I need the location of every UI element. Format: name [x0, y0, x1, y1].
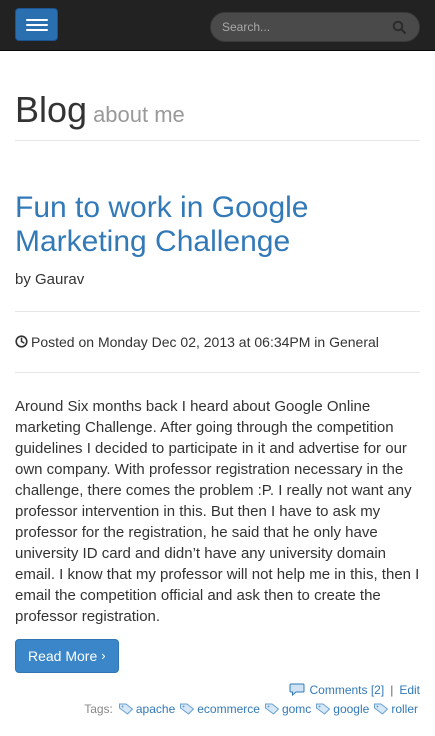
post-meta: Posted on Monday Dec 02, 2013 at 06:34PM… [15, 334, 420, 350]
tag-icon [118, 703, 134, 715]
separator: | [390, 682, 394, 697]
tag-link[interactable]: roller [391, 702, 418, 716]
navbar [0, 0, 435, 51]
divider [15, 371, 420, 373]
post-tags: Tags: apache ecommerce gomc google rolle… [15, 702, 420, 716]
search-form [210, 12, 420, 42]
tag-icon [316, 703, 331, 715]
post-date: Posted on Monday Dec 02, 2013 at 06:34PM… [31, 333, 379, 350]
tag-icon [374, 703, 389, 715]
tag-icon [264, 703, 280, 715]
post-title: Fun to work in Google Marketing Challeng… [15, 191, 420, 259]
tag-google: google [315, 702, 371, 716]
tag-icon [180, 703, 195, 715]
search-icon[interactable] [392, 20, 406, 34]
tags-label: Tags: [84, 701, 113, 716]
tag-link[interactable]: ecommerce [197, 702, 260, 716]
menu-toggle-button[interactable] [15, 8, 58, 41]
post-content: Around Six months back I heard about Goo… [15, 397, 420, 625]
tag-ecommerce: ecommerce [179, 702, 262, 716]
post-author: by Gaurav [15, 270, 85, 288]
blog-subtitle: about me [93, 102, 185, 127]
page-header: Blog about me [15, 51, 420, 141]
chevron-right-icon: › [101, 648, 106, 664]
tag-link[interactable]: google [333, 702, 369, 716]
search-input[interactable] [210, 12, 420, 42]
divider [15, 310, 420, 312]
main-content: Blog about me Fun to work in Google Marke… [0, 51, 435, 736]
read-more-button[interactable]: Read More › [15, 638, 119, 673]
edit-link[interactable]: Edit [399, 683, 420, 697]
page-title: Blog about me [15, 90, 420, 130]
comment-icon [289, 683, 305, 697]
tag-link[interactable]: apache [136, 702, 175, 716]
post-title-link[interactable]: Fun to work in Google Marketing Challeng… [15, 191, 308, 258]
tag-link[interactable]: gomc [282, 702, 311, 716]
read-more-label: Read More [28, 647, 98, 664]
comments-link[interactable]: Comments [2] [309, 683, 384, 697]
tag-gomc: gomc [264, 702, 313, 716]
tag-apache: apache [118, 702, 177, 716]
hamburger-icon [26, 19, 48, 21]
blog-title: Blog [15, 89, 88, 130]
clock-icon [15, 335, 28, 348]
tag-roller: roller [373, 702, 420, 716]
post-actions: Comments [2] | Edit [15, 683, 420, 697]
